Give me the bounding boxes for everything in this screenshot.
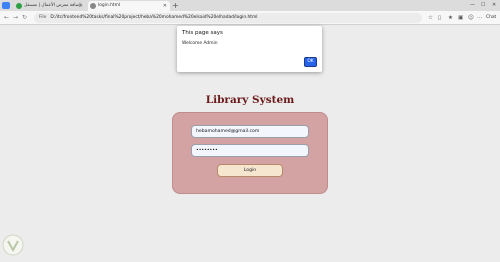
tab-label: إضافة معرض الأعمال | مستقل — [24, 3, 81, 8]
profile-icon[interactable]: ☺ — [468, 13, 474, 23]
watermark-logo-icon — [2, 234, 24, 256]
tab-login[interactable]: login.html ✕ — [88, 1, 170, 11]
refresh-icon[interactable]: ↻ — [22, 13, 27, 23]
login-button[interactable]: Login — [217, 164, 283, 177]
alert-message: Welcome Admin — [182, 41, 218, 46]
maximize-icon[interactable]: ☐ — [481, 0, 485, 10]
forward-icon[interactable]: → — [13, 13, 18, 23]
copilot-chat-button[interactable]: Chat — [486, 14, 496, 22]
address-toolbar: ← → ↻ File D:/itc/frontend%20tasks/final%… — [0, 11, 500, 25]
alert-title: This page says — [182, 30, 223, 36]
collections-icon[interactable]: ▣ — [458, 13, 463, 23]
alert-dialog: This page says Welcome Admin — [177, 26, 322, 72]
password-field[interactable]: •••••••• — [191, 144, 309, 157]
email-field[interactable]: hebamohamed@gmail.com — [191, 125, 309, 138]
close-tab-icon[interactable]: ✕ — [163, 1, 167, 11]
tab-actions-icon[interactable] — [2, 2, 10, 9]
new-tab-button[interactable]: + — [172, 0, 179, 11]
page-title: Library System — [205, 94, 295, 106]
address-bar[interactable]: File D:/itc/frontend%20tasks/final%20proj… — [34, 13, 422, 23]
split-screen-icon[interactable]: ▯ — [438, 13, 441, 23]
close-window-icon[interactable]: ✕ — [492, 0, 496, 10]
globe-icon — [90, 3, 96, 9]
back-icon[interactable]: ← — [4, 13, 9, 23]
tab-bar: إضافة معرض الأعمال | مستقل ✕ login.html … — [0, 0, 500, 11]
tab-label: login.html — [98, 3, 121, 8]
more-options-icon[interactable]: ⋯ — [477, 13, 483, 23]
minimize-icon[interactable]: — — [470, 0, 475, 10]
close-tab-icon[interactable]: ✕ — [79, 1, 83, 11]
tab-portfolio[interactable]: إضافة معرض الأعمال | مستقل ✕ — [14, 1, 86, 11]
url-text: D:/itc/frontend%20tasks/final%20project/… — [50, 15, 258, 20]
favorite-star-icon[interactable]: ☆ — [428, 13, 433, 23]
site-favicon-icon — [16, 3, 22, 9]
copilot-chat-label: Chat — [486, 15, 497, 20]
favorites-icon[interactable]: ★ — [448, 13, 453, 23]
file-label: File — [39, 15, 47, 20]
alert-ok-button[interactable]: OK — [304, 57, 317, 67]
